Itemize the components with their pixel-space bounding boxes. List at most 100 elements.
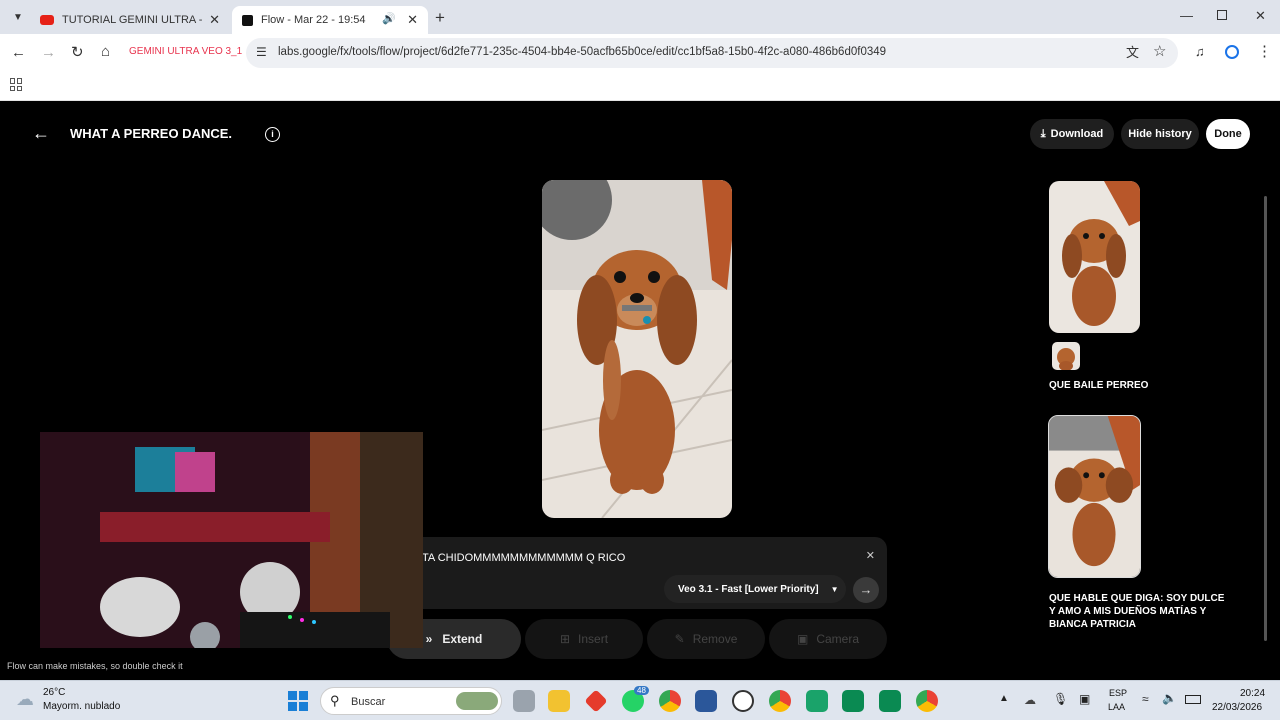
arrow-right-icon: → [859,582,873,597]
download-icon: ⤓ [1040,127,1046,140]
site-info-icon[interactable]: ☰ [256,45,267,59]
history-caption-2: QUE HABLE QUE DIGA: SOY DULCE Y AMO A MI… [1049,593,1225,630]
volume-icon[interactable]: 🔈 [1162,691,1177,705]
disclaimer-text: Flow can make mistakes, so double check … [7,661,183,671]
weather-icon: ☁ [16,689,34,709]
download-label: Download [1050,128,1104,140]
taskbar-search[interactable]: ⚲ Buscar [320,687,502,715]
prompt-text[interactable]: TA CHIDOMMMMMMMMMMMM Q RICO [422,552,625,564]
new-tab-icon[interactable]: + [435,8,445,28]
chevron-down-icon: ▼ [830,584,839,594]
media-icon[interactable]: ♫ [1195,44,1205,60]
close-tab-icon[interactable]: ✕ [209,12,220,28]
task-view-icon[interactable] [513,690,535,712]
close-tab-icon[interactable]: ✕ [407,12,418,28]
tray-chevron-icon[interactable]: ▲ [999,693,1009,704]
history-scrollbar[interactable] [1264,196,1267,641]
clock-date[interactable]: 22/03/2026 [1212,702,1262,713]
audio-icon[interactable]: 🔊 [382,12,396,25]
start-button[interactable] [288,691,308,711]
chat-app-icon[interactable] [879,690,901,712]
close-prompt-icon[interactable]: ✕ [866,549,875,562]
webcam-overlay [40,432,423,648]
info-icon[interactable]: i [265,127,280,142]
flow-editor: ← WHAT A PERREO DANCE. i ⤓ Download Hide… [0,101,1280,680]
clock-time[interactable]: 20:24 [1240,688,1265,699]
back-arrow-icon[interactable]: ← [32,123,50,144]
address-bar[interactable]: ☰ labs.google/fx/tools/flow/project/6d2f… [246,38,1178,68]
insert-button[interactable]: ⊞ Insert [525,619,643,659]
reload-icon[interactable]: ↻ [71,45,84,61]
dog-image [542,180,732,518]
history-thumb-1[interactable] [1049,181,1140,333]
model-selector[interactable]: Veo 3.1 - Fast [Lower Priority] ▼ [664,575,846,603]
weather-temp: 26°C [43,687,66,698]
camera-label: Camera [816,632,860,646]
app-green-icon[interactable] [806,690,828,712]
remove-button[interactable]: ✎ Remove [647,619,765,659]
word-icon[interactable] [695,690,717,712]
forward-icon[interactable]: → [41,45,56,61]
hide-history-button[interactable]: Hide history [1121,119,1199,149]
tab-flow[interactable]: Flow - Mar 22 - 19:54 🔊 ✕ [232,6,428,34]
windows-taskbar: ☁ 26°C Mayorm. nublado ⚲ Buscar 48 ▲ ☁ 🎙… [0,680,1280,720]
minimize-icon[interactable]: — [1180,8,1193,23]
history-thumb-2[interactable] [1048,415,1141,578]
extend-label: Extend [442,632,483,646]
remove-label: Remove [692,632,738,646]
star-icon[interactable]: ☆ [1153,44,1166,60]
camera-icon: ▣ [796,632,809,646]
history-caption-1: QUE BAILE PERREO [1049,380,1149,391]
app-red-icon[interactable] [584,689,608,713]
lang-line1[interactable]: ESP [1109,688,1127,698]
submit-button[interactable]: → [853,577,879,603]
tab-search-icon[interactable]: ▼ [10,10,26,26]
close-window-icon[interactable]: ✕ [1255,8,1266,24]
chrome-icon-1[interactable] [659,690,681,712]
app-circle-icon[interactable] [732,690,754,712]
dog-image [1052,342,1080,370]
tab-tutorial[interactable]: TUTORIAL GEMINI ULTRA - VEO ✕ [30,6,230,34]
hide-history-label: Hide history [1128,128,1192,140]
tab-title: Flow - Mar 22 - 19:54 [261,14,366,26]
bookmark-home-label[interactable]: GEMINI ULTRA VEO 3_1 [129,46,242,57]
page-title: WHAT A PERREO DANCE. [70,126,233,141]
chrome-icon-2[interactable] [769,690,791,712]
search-icon: ⚲ [330,693,340,708]
browser-toolbar: ← → ↻ ⌂ GEMINI ULTRA VEO 3_1 ☰ labs.goog… [0,34,1280,72]
dog-image [1049,181,1140,333]
dog-image [1049,416,1140,577]
flow-favicon [242,14,253,26]
tab-strip: ▼ TUTORIAL GEMINI ULTRA - VEO ✕ Flow - M… [0,0,1280,34]
meet-icon[interactable]: ▣ [1079,692,1090,706]
file-explorer-icon[interactable] [548,690,570,712]
restore-icon[interactable] [1217,10,1227,20]
double-chevron-icon: » [425,632,433,646]
history-mini-thumb[interactable] [1052,342,1080,370]
video-preview[interactable] [542,180,732,518]
battery-icon[interactable] [1185,695,1201,704]
camera-button[interactable]: ▣ Camera [769,619,887,659]
home-icon[interactable]: ⌂ [101,44,110,60]
insert-icon: ⊞ [559,632,571,646]
gemini-app-icon[interactable] [842,690,864,712]
bookmarks-bar [0,72,1280,101]
lang-line2[interactable]: LAA [1108,702,1125,712]
menu-icon[interactable]: ⋮ [1257,44,1272,60]
apps-icon[interactable] [10,78,23,91]
history-panel: QUE BAILE PERREO QUE HABLE QUE DIGA: SOY… [1040,181,1268,661]
youtube-icon [40,15,54,25]
download-button[interactable]: ⤓ Download [1030,119,1114,149]
chrome-icon-3[interactable] [916,690,938,712]
profile-icon[interactable] [1225,45,1239,59]
url-text[interactable]: labs.google/fx/tools/flow/project/6d2fe7… [278,46,886,58]
done-label: Done [1214,128,1242,140]
back-icon[interactable]: ← [11,45,26,61]
onedrive-icon[interactable]: ☁ [1024,693,1036,707]
done-button[interactable]: Done [1206,119,1250,149]
mic-icon[interactable]: 🎙 [1053,692,1068,706]
wifi-icon[interactable]: ≈ [1142,692,1149,706]
model-label: Veo 3.1 - Fast [Lower Priority] [678,583,819,595]
search-placeholder: Buscar [351,696,386,708]
translate-icon[interactable]: 文 [1126,45,1139,61]
